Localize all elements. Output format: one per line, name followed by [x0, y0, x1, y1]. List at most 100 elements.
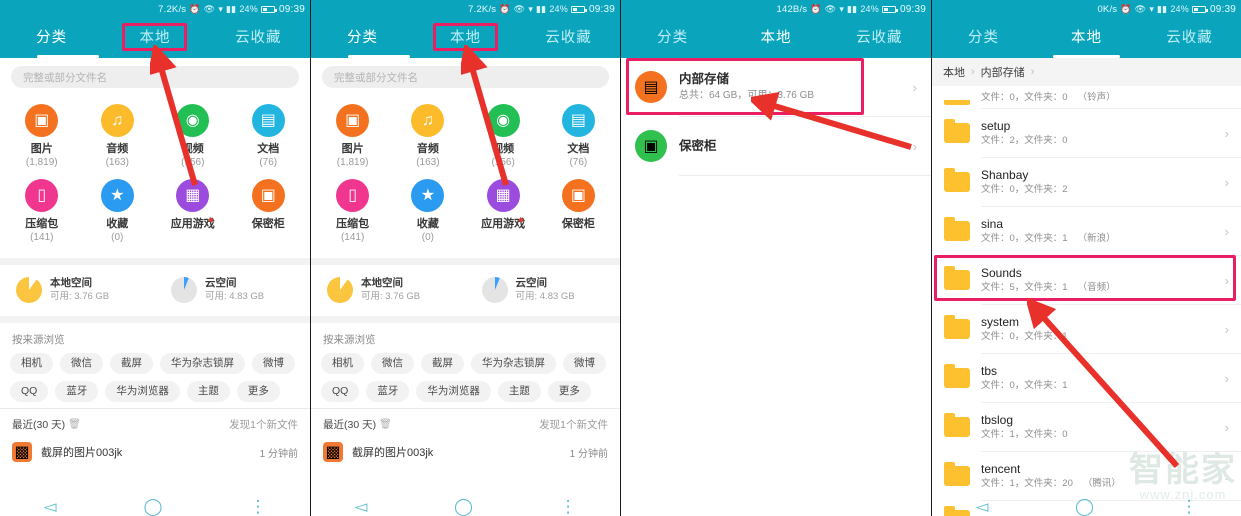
category-item[interactable]: ▣ 图片 (1,819) — [4, 98, 80, 173]
source-chip[interactable]: QQ — [321, 381, 360, 402]
tab-categories[interactable]: 分类 — [311, 18, 414, 58]
apps-icon: ▦ — [176, 179, 210, 212]
category-item[interactable]: ▣ 保密柜 — [541, 173, 616, 248]
source-chip[interactable]: 更多 — [236, 381, 280, 402]
search-input[interactable]: 完整或部分文件名 — [11, 66, 299, 88]
source-chip[interactable]: 相机 — [10, 353, 53, 374]
menu-nav-icon[interactable]: ⋮ — [560, 497, 577, 516]
trash-icon[interactable]: 🗑 — [68, 419, 81, 430]
recent-file-row[interactable]: ▩ 截屏的图片003jk 1 分钟前 — [0, 438, 310, 462]
search-input[interactable]: 完整或部分文件名 — [322, 66, 609, 88]
tab-cloud[interactable]: 云收藏 — [1138, 18, 1241, 58]
category-item[interactable]: ▦ 应用游戏 — [466, 173, 541, 248]
internal-storage-row[interactable]: ▤ 内部存储 总共：64 GB，可用：3.76 GB › — [621, 58, 931, 116]
source-chip[interactable]: 更多 — [547, 381, 591, 402]
category-item[interactable]: ★ 收藏 (0) — [80, 173, 156, 248]
category-item[interactable]: ▣ 图片 (1,819) — [315, 98, 390, 173]
file-row-shanbay[interactable]: Shanbay 文件：0，文件夹：2 › — [932, 158, 1241, 206]
file-row-tencent[interactable]: tencent 文件：1，文件夹：20 （腾讯） › — [932, 452, 1241, 500]
file-row-partial-top[interactable]: 文件：0，文件夹：0 （铃声） — [932, 86, 1241, 108]
category-item[interactable]: ◉ 视频 (156) — [155, 98, 231, 173]
breadcrumb-item-internal[interactable]: 内部存储 — [981, 64, 1025, 80]
category-item[interactable]: ▯ 压缩包 (141) — [315, 173, 390, 248]
file-row-sounds[interactable]: Sounds 文件：5，文件夹：1 （音频） › — [932, 256, 1241, 304]
category-item[interactable]: ▯ 压缩包 (141) — [4, 173, 80, 248]
safe-box-row[interactable]: ▣ 保密柜 › — [621, 117, 931, 175]
tab-bar: 分类 本地 云收藏 — [311, 18, 620, 58]
category-item[interactable]: ♫ 音频 (163) — [80, 98, 156, 173]
source-chip[interactable]: 截屏 — [110, 353, 153, 374]
local-space-item[interactable]: 本地空间 可用: 3.76 GB — [311, 276, 466, 304]
recent-file-name: 截屏的图片003jk — [41, 447, 123, 459]
tab-categories[interactable]: 分类 — [932, 18, 1035, 58]
source-chip[interactable]: 主题 — [497, 381, 541, 402]
file-row-tbslog[interactable]: tbslog 文件：1，文件夹：0 › — [932, 403, 1241, 451]
home-nav-icon[interactable]: ◯ — [454, 497, 473, 516]
tab-local[interactable]: 本地 — [103, 18, 206, 58]
cloud-storage-pie — [481, 277, 508, 303]
source-chip[interactable]: 主题 — [186, 381, 230, 402]
source-chip[interactable]: 蓝牙 — [55, 381, 99, 402]
source-chip[interactable]: QQ — [10, 381, 49, 402]
recent-file-row[interactable]: ▩ 截屏的图片003jk 1 分钟前 — [311, 438, 620, 462]
source-chip[interactable]: 微博 — [563, 353, 606, 374]
back-nav-icon[interactable]: ◅ — [43, 497, 56, 516]
category-item[interactable]: ▤ 文档 (76) — [541, 98, 616, 173]
tab-local[interactable]: 本地 — [414, 18, 517, 58]
battery-icon — [881, 5, 898, 13]
file-row-tbs[interactable]: tbs 文件：0，文件夹：1 › — [932, 354, 1241, 402]
file-name: Sounds — [981, 266, 1022, 280]
category-item[interactable]: ▣ 保密柜 — [231, 173, 307, 248]
folder-icon — [944, 315, 970, 339]
category-item[interactable]: ▦ 应用游戏 — [155, 173, 231, 248]
tab-categories[interactable]: 分类 — [0, 18, 103, 58]
tab-cloud[interactable]: 云收藏 — [517, 18, 620, 58]
tab-local[interactable]: 本地 — [724, 18, 827, 58]
source-chip[interactable]: 华为浏览器 — [105, 381, 180, 402]
file-name: tbslog — [981, 413, 1014, 427]
source-chip[interactable]: 微博 — [252, 353, 295, 374]
category-item[interactable]: ▤ 文档 (76) — [231, 98, 307, 173]
file-row-tmp[interactable]: tmp › — [932, 501, 1241, 516]
file-meta: 文件：0，文件夹：0 （铃声） — [981, 92, 1116, 103]
music-icon: ♫ — [411, 104, 445, 137]
back-nav-icon[interactable]: ◅ — [354, 497, 367, 516]
tab-local[interactable]: 本地 — [1035, 18, 1138, 58]
panel-local-storage: 142B/s ⏰ 👁 ▾ ▮▮ 24% 09:39 分类 本地 云收藏 ▤ 内部… — [620, 0, 931, 516]
source-chip[interactable]: 相机 — [321, 353, 364, 374]
archive-icon: ▯ — [25, 179, 59, 212]
file-row-setup[interactable]: setup 文件：2，文件夹：0 › — [932, 109, 1241, 157]
cloud-space-item[interactable]: 云空间 可用: 4.83 GB — [155, 276, 310, 304]
file-name: tmp — [981, 512, 1214, 516]
file-row-system[interactable]: system 文件：0，文件夹：1 › — [932, 305, 1241, 353]
source-chip[interactable]: 蓝牙 — [366, 381, 410, 402]
category-item[interactable]: ♫ 音频 (163) — [390, 98, 465, 173]
tab-bar: 分类 本地 云收藏 — [0, 18, 310, 58]
source-chip[interactable]: 华为浏览器 — [416, 381, 491, 402]
tab-cloud[interactable]: 云收藏 — [828, 18, 931, 58]
wifi-icon: ▾ — [1149, 3, 1155, 14]
safe-icon: ▣ — [251, 179, 285, 212]
home-nav-icon[interactable]: ◯ — [144, 497, 163, 516]
source-chip[interactable]: 截屏 — [421, 353, 464, 374]
safe-icon: ▣ — [561, 179, 595, 212]
file-row-sina[interactable]: sina 文件：0，文件夹：1 （新浪） › — [932, 207, 1241, 255]
source-chip[interactable]: 微信 — [60, 353, 103, 374]
tab-cloud[interactable]: 云收藏 — [207, 18, 310, 58]
eye-icon: 👁 — [1134, 3, 1147, 14]
cloud-space-item[interactable]: 云空间 可用: 4.83 GB — [466, 276, 621, 304]
source-chip[interactable]: 华为杂志锁屏 — [160, 353, 245, 374]
trash-icon[interactable]: 🗑 — [379, 419, 392, 430]
local-space-item[interactable]: 本地空间 可用: 3.76 GB — [0, 276, 155, 304]
document-icon: ▤ — [561, 104, 595, 137]
category-item[interactable]: ★ 收藏 (0) — [390, 173, 465, 248]
menu-nav-icon[interactable]: ⋮ — [249, 497, 266, 516]
new-files-count: 发现1个新文件 — [539, 419, 608, 431]
source-chip[interactable]: 微信 — [371, 353, 414, 374]
breadcrumb-item-local[interactable]: 本地 — [943, 64, 965, 80]
category-label: 收藏 — [106, 218, 129, 230]
category-item[interactable]: ◉ 视频 (156) — [466, 98, 541, 173]
category-grid: ▣ 图片 (1,819) ♫ 音频 (163) ◉ 视频 (156) ▤ 文档 (76) ▯ 压缩… — [0, 92, 310, 258]
tab-categories[interactable]: 分类 — [621, 18, 724, 58]
source-chip[interactable]: 华为杂志锁屏 — [471, 353, 556, 374]
